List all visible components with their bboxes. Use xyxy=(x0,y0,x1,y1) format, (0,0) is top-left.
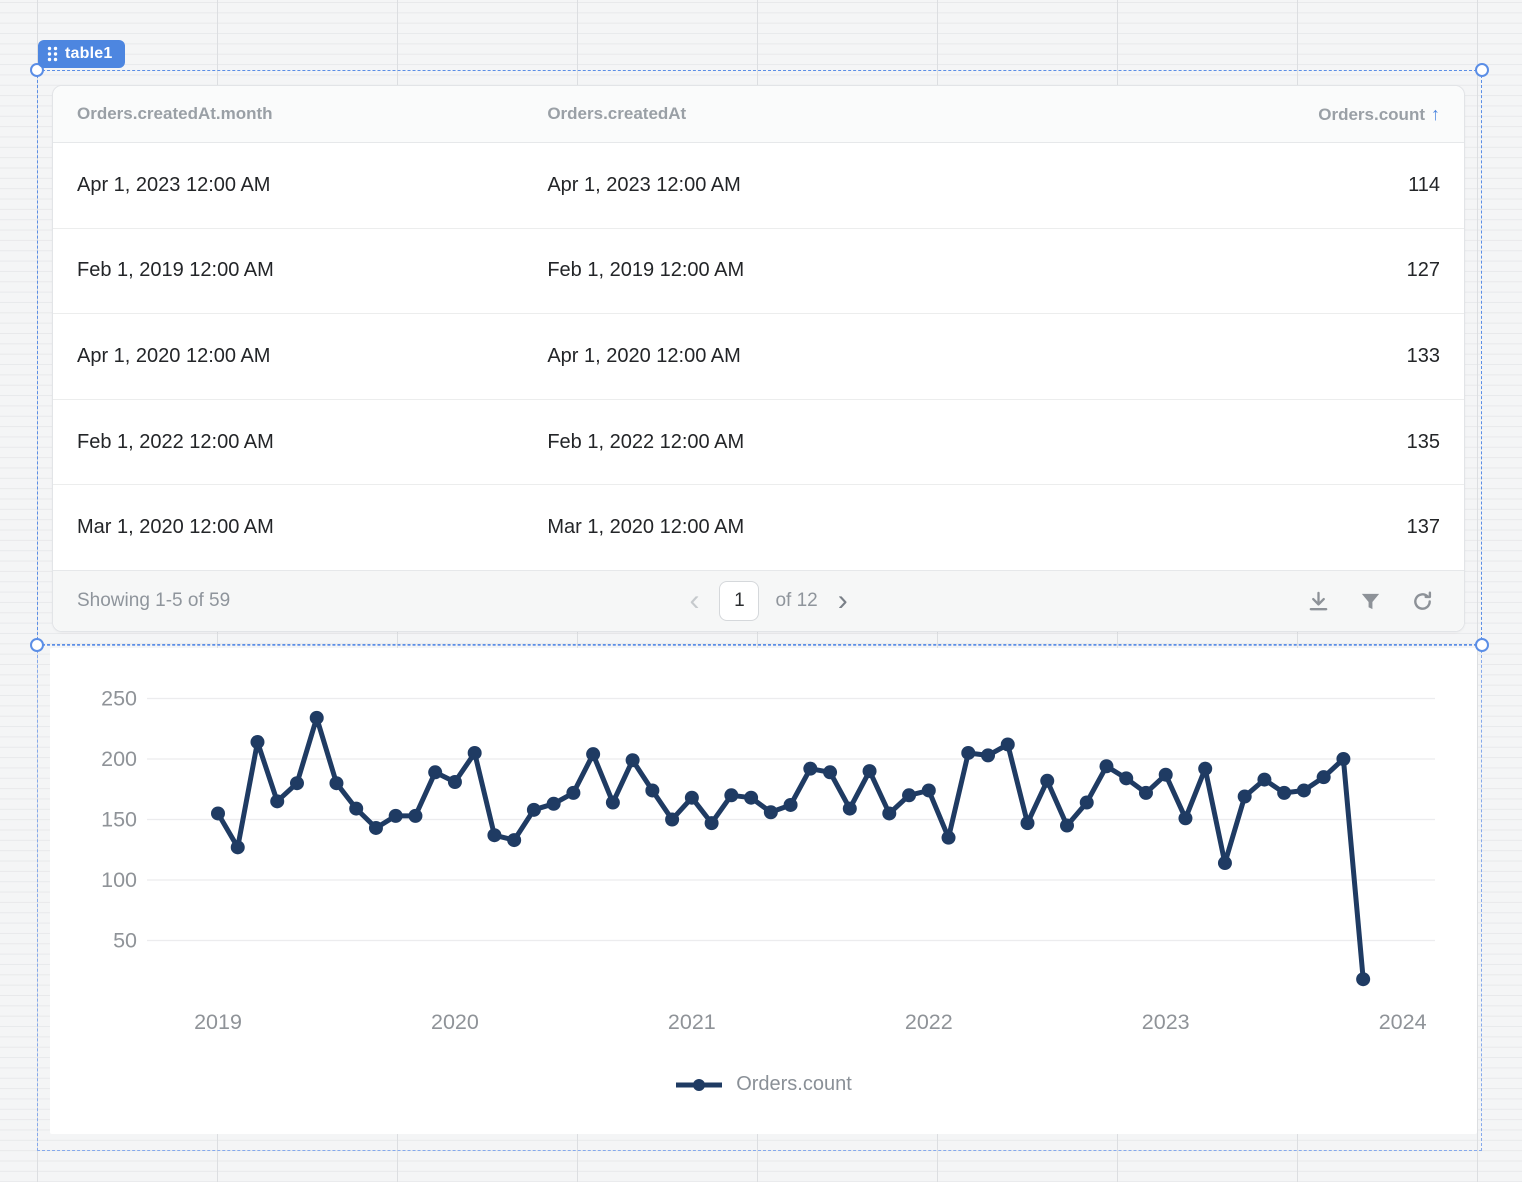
svg-text:50: 50 xyxy=(113,929,137,953)
table-cell: 133 xyxy=(994,345,1464,368)
table-cell: Apr 1, 2020 12:00 AM xyxy=(53,345,523,368)
column-header-1[interactable]: Orders.createdAt xyxy=(523,104,993,124)
table-cell: 137 xyxy=(994,516,1464,539)
pagination: ‹ 1 of 12 › xyxy=(230,581,1307,621)
svg-text:2021: 2021 xyxy=(668,1010,716,1034)
chart-widget[interactable]: 50 100 150 200 250 2019 2020 2021 2022 2023 2024 O… xyxy=(50,648,1477,1134)
widget-tag-label: table1 xyxy=(65,45,112,63)
table-cell: 135 xyxy=(994,431,1464,454)
selection-handle-bottom-left[interactable] xyxy=(30,638,44,652)
table-row: Mar 1, 2020 12:00 AMMar 1, 2020 12:00 AM… xyxy=(53,485,1464,570)
table-row: Feb 1, 2022 12:00 AMFeb 1, 2022 12:00 AM… xyxy=(53,400,1464,486)
table-cell: Feb 1, 2022 12:00 AM xyxy=(523,431,993,454)
drag-handle-icon xyxy=(47,46,58,62)
table-row: Apr 1, 2023 12:00 AMApr 1, 2023 12:00 AM… xyxy=(53,143,1464,229)
showing-range-label: Showing 1-5 of 59 xyxy=(77,590,230,612)
sort-asc-icon: ↑ xyxy=(1431,104,1440,124)
svg-text:2024: 2024 xyxy=(1379,1010,1427,1034)
table-actions xyxy=(1307,590,1434,613)
svg-text:2022: 2022 xyxy=(905,1010,953,1034)
download-icon[interactable] xyxy=(1307,590,1330,613)
table-cell: Feb 1, 2019 12:00 AM xyxy=(523,259,993,282)
table-widget: Orders.createdAt.monthOrders.createdAtOr… xyxy=(52,85,1465,632)
page-number-input[interactable]: 1 xyxy=(719,581,759,621)
filter-icon[interactable] xyxy=(1359,590,1382,613)
selection-handle-bottom-right[interactable] xyxy=(1475,638,1489,652)
table-footer: Showing 1-5 of 59 ‹ 1 of 12 › xyxy=(53,570,1464,631)
page-count-label: of 12 xyxy=(775,590,817,612)
table-header-row: Orders.createdAt.monthOrders.createdAtOr… xyxy=(53,86,1464,143)
svg-text:250: 250 xyxy=(101,687,137,711)
selection-handle-top-right[interactable] xyxy=(1475,63,1489,77)
table-cell: Feb 1, 2022 12:00 AM xyxy=(53,431,523,454)
svg-text:100: 100 xyxy=(101,868,137,892)
svg-text:200: 200 xyxy=(101,747,137,771)
table-row: Apr 1, 2020 12:00 AMApr 1, 2020 12:00 AM… xyxy=(53,314,1464,400)
svg-text:150: 150 xyxy=(101,808,137,832)
legend-line-marker-icon xyxy=(675,1078,723,1092)
table-body: Apr 1, 2023 12:00 AMApr 1, 2023 12:00 AM… xyxy=(53,143,1464,570)
table-cell: 114 xyxy=(994,174,1464,197)
chart-legend[interactable]: Orders.count xyxy=(50,1073,1477,1096)
column-header-2[interactable]: Orders.count↑ xyxy=(994,104,1464,125)
table-cell: Apr 1, 2023 12:00 AM xyxy=(523,174,993,197)
chevron-right-icon[interactable]: › xyxy=(834,586,852,616)
table-row: Feb 1, 2019 12:00 AMFeb 1, 2019 12:00 AM… xyxy=(53,229,1464,315)
widget-tag-table1[interactable]: table1 xyxy=(38,40,125,68)
table-cell: Apr 1, 2020 12:00 AM xyxy=(523,345,993,368)
table-cell: Feb 1, 2019 12:00 AM xyxy=(53,259,523,282)
table-cell: Apr 1, 2023 12:00 AM xyxy=(53,174,523,197)
column-header-0[interactable]: Orders.createdAt.month xyxy=(53,104,523,124)
table-cell: Mar 1, 2020 12:00 AM xyxy=(53,516,523,539)
svg-text:2019: 2019 xyxy=(194,1010,242,1034)
chevron-left-icon[interactable]: ‹ xyxy=(685,586,703,616)
svg-text:2020: 2020 xyxy=(431,1010,479,1034)
refresh-icon[interactable] xyxy=(1411,590,1434,613)
line-chart-canvas: 50 100 150 200 250 2019 2020 2021 2022 2023 2024 xyxy=(50,648,1477,1068)
table-cell: 127 xyxy=(994,259,1464,282)
svg-text:2023: 2023 xyxy=(1142,1010,1190,1034)
table-cell: Mar 1, 2020 12:00 AM xyxy=(523,516,993,539)
legend-series-label: Orders.count xyxy=(736,1073,852,1096)
